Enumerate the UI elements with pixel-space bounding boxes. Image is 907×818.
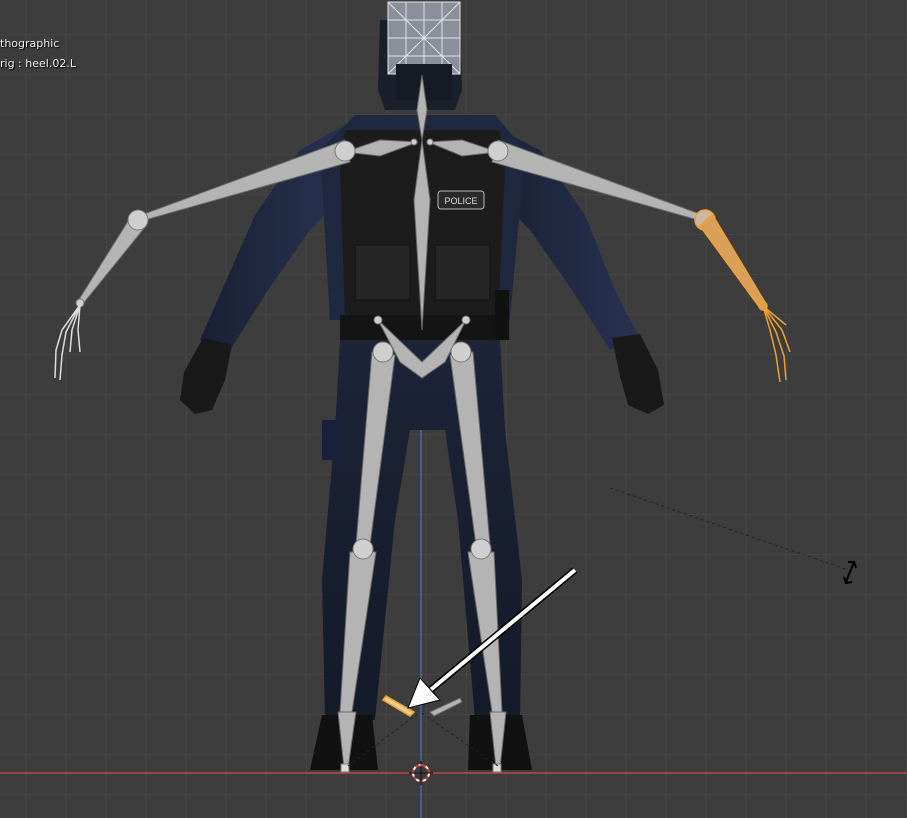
face-mesh-wire xyxy=(387,1,461,75)
left-hand-finger-bones[interactable] xyxy=(54,304,81,381)
right-hand-finger-bones[interactable] xyxy=(762,305,791,383)
resize-cursor-icon xyxy=(843,561,857,585)
ik-relation-lines xyxy=(347,487,849,767)
left-glove xyxy=(180,338,232,414)
3d-cursor-icon[interactable] xyxy=(409,761,433,785)
thigh-pocket xyxy=(322,420,342,460)
holster xyxy=(495,290,509,340)
vest-pocket-right xyxy=(434,244,491,301)
vest-patch-text: POLICE xyxy=(444,196,477,206)
bone-forearm-r[interactable] xyxy=(699,212,768,310)
vest-pocket-left xyxy=(354,244,411,301)
selected-arm-bones[interactable] xyxy=(694,209,791,383)
scene-canvas[interactable]: POLICE xyxy=(0,0,907,818)
3d-viewport[interactable]: thographic rig : heel.02.L POLICE xyxy=(0,0,907,818)
right-glove xyxy=(612,334,664,414)
bone-forearm-l[interactable] xyxy=(77,217,147,306)
